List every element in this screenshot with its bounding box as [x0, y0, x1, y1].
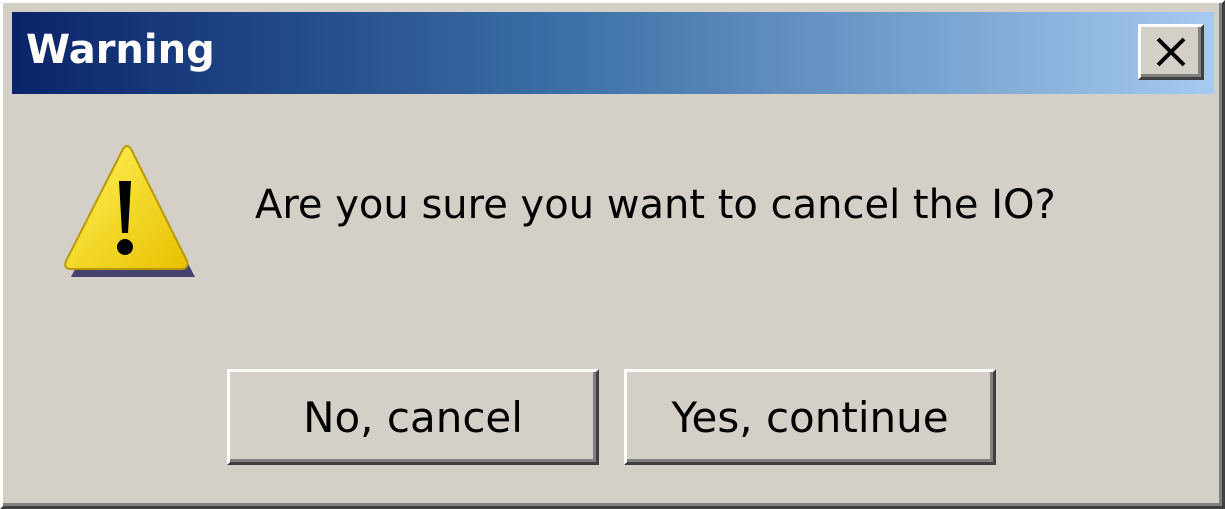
cancel-button[interactable]: No, cancel [227, 369, 599, 465]
warning-dialog: Warning Are you sure you want to cancel … [0, 0, 1225, 509]
dialog-message: Are you sure you want to cancel the IO? [255, 182, 1056, 228]
continue-button[interactable]: Yes, continue [624, 369, 996, 465]
title-bar[interactable]: Warning [12, 12, 1214, 94]
dialog-title: Warning [26, 27, 215, 73]
close-button[interactable] [1138, 24, 1204, 80]
close-icon [1156, 37, 1186, 67]
warning-icon [59, 143, 197, 283]
